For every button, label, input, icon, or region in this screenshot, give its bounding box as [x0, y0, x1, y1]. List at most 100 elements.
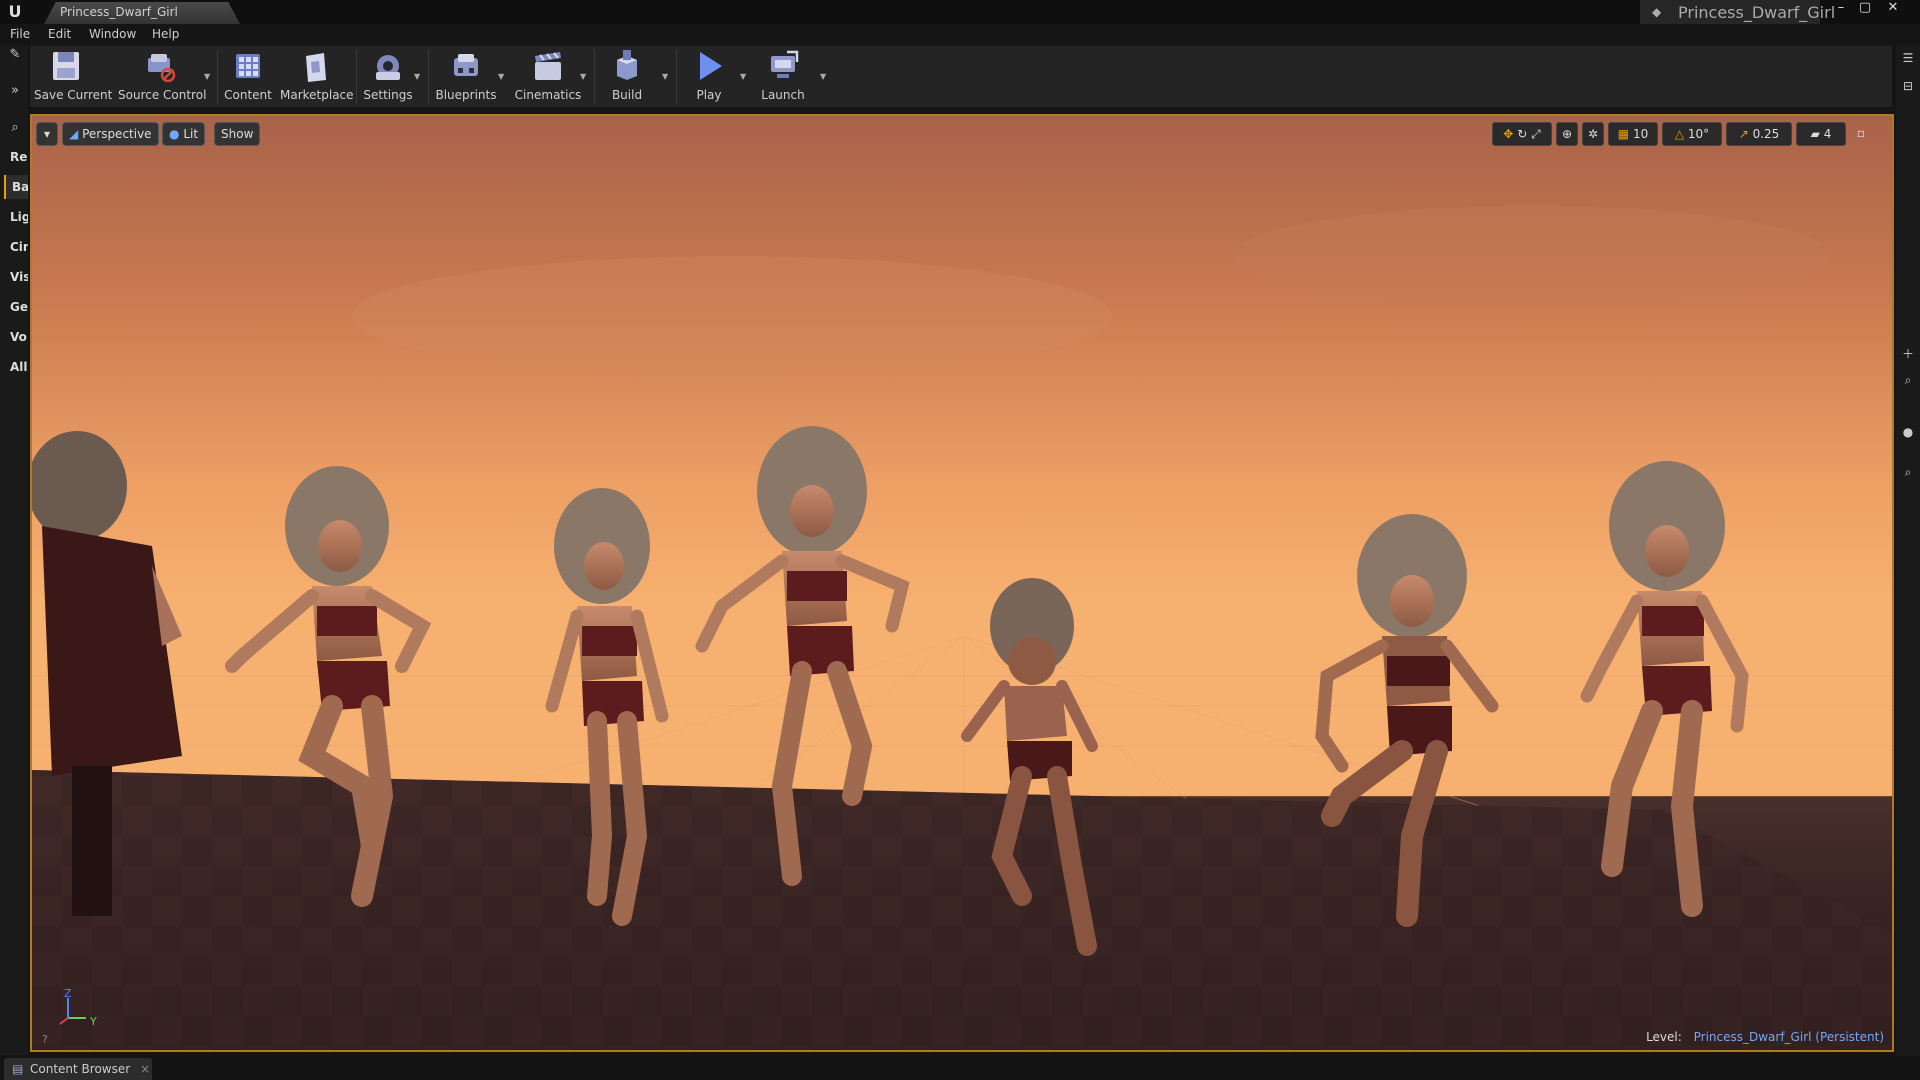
launch-button[interactable]: Launch	[754, 48, 812, 106]
mode-tab-volumes[interactable]: Vo	[4, 325, 28, 349]
menu-bar: File Edit Window Help	[0, 24, 1920, 45]
cinematics-label: Cinematics	[514, 88, 582, 102]
axis-y-label: Y	[90, 1015, 97, 1028]
level-name[interactable]: Princess_Dwarf_Girl (Persistent)	[1694, 1030, 1884, 1044]
rotate-icon[interactable]: ↻	[1517, 127, 1527, 141]
source-control-button[interactable]: Source Control	[118, 48, 207, 106]
content-icon	[230, 48, 266, 86]
mode-tab-all-classes[interactable]: All	[4, 355, 28, 379]
blueprints-button[interactable]: Blueprints	[434, 48, 498, 106]
blueprints-label: Blueprints	[435, 88, 497, 102]
content-browser-tab[interactable]: ▤ Content Browser ×	[4, 1058, 152, 1080]
character-dwarf-girl-5[interactable]	[932, 576, 1132, 956]
toolbar-separator	[676, 50, 677, 104]
source-control-label: Source Control	[118, 88, 207, 102]
marketplace-icon	[297, 48, 333, 86]
grid-snap-group[interactable]: ▦ 10	[1608, 122, 1658, 146]
play-button[interactable]: Play	[682, 48, 736, 106]
launch-icon	[765, 48, 801, 86]
view-options-icon[interactable]: ●	[1900, 425, 1916, 441]
level-viewport[interactable]: ▾ ◢ Perspective ● Lit Show ✥ ↻ ⤢ ⊕ ✲ ▦ 1…	[30, 114, 1894, 1052]
expand-panel-icon[interactable]: »	[6, 83, 24, 101]
mode-tab-lights[interactable]: Lig	[4, 205, 28, 229]
settings-dropdown-icon[interactable]: ▼	[414, 72, 424, 82]
menu-window[interactable]: Window	[89, 27, 136, 41]
surface-snapping-button[interactable]: ✲	[1582, 122, 1604, 146]
content-browser-label: Content Browser	[30, 1062, 131, 1076]
place-mode-icon[interactable]: ✎	[6, 47, 24, 65]
play-label: Play	[696, 88, 722, 102]
axis-gizmo	[59, 998, 86, 1025]
scale-icon[interactable]: ⤢	[1531, 127, 1541, 141]
mode-tab-geometry[interactable]: Ge	[4, 295, 28, 319]
character-dwarf-girl-1[interactable]	[32, 416, 202, 936]
panel-menu-icon[interactable]: ☰	[1900, 51, 1916, 67]
character-dwarf-girl-4[interactable]	[682, 416, 942, 896]
level-indicator: Level: Princess_Dwarf_Girl (Persistent)	[1646, 1030, 1884, 1044]
settings-button[interactable]: Settings	[360, 48, 416, 106]
marketplace-button[interactable]: Marketplace	[280, 48, 354, 106]
menu-help[interactable]: Help	[152, 27, 179, 41]
maximize-button[interactable]: ▢	[1852, 0, 1878, 18]
launch-dropdown-icon[interactable]: ▼	[820, 72, 830, 82]
cinematics-dropdown-icon[interactable]: ▼	[580, 72, 590, 82]
grid-snap-value: 10	[1632, 127, 1649, 141]
content-button[interactable]: Content	[222, 48, 274, 106]
search-icon[interactable]: ⌕	[6, 120, 24, 138]
source-control-dropdown-icon[interactable]: ▼	[204, 72, 214, 82]
build-dropdown-icon[interactable]: ▼	[662, 72, 672, 82]
mode-tab-basic[interactable]: Ba	[4, 175, 28, 199]
right-panel-strip: ☰ ⊟ ＋ ⌕ ● ⌕	[1896, 45, 1920, 1080]
character-dwarf-girl-3[interactable]	[512, 476, 702, 946]
grid-snap-icon: ▦	[1617, 127, 1630, 141]
build-button[interactable]: Build	[602, 48, 652, 106]
filter-icon[interactable]: ⊟	[1900, 79, 1916, 95]
close-button[interactable]: ✕	[1880, 0, 1906, 18]
menu-edit[interactable]: Edit	[48, 27, 71, 41]
content-browser-icon: ▤	[12, 1062, 24, 1076]
blueprints-dropdown-icon[interactable]: ▼	[498, 72, 508, 82]
close-tab-icon[interactable]: ×	[140, 1062, 150, 1076]
surface-snap-icon: ✲	[1587, 127, 1599, 141]
viewport-options-button[interactable]: ▾	[36, 122, 58, 146]
play-dropdown-icon[interactable]: ▼	[740, 72, 750, 82]
mode-tab-recent[interactable]: Re	[4, 145, 28, 169]
title-bar: U Princess_Dwarf_Girl ◆ Princess_Dwarf_G…	[0, 0, 1920, 24]
settings-label: Settings	[363, 88, 413, 102]
document-tab[interactable]: Princess_Dwarf_Girl	[44, 2, 240, 24]
save-current-label: Save Current	[34, 88, 113, 102]
rotation-snap-value: 10°	[1687, 127, 1710, 141]
details-icon[interactable]: ⌕	[1900, 465, 1916, 481]
show-button[interactable]: Show	[214, 122, 261, 146]
search-icon[interactable]: ⌕	[1900, 373, 1916, 389]
camera-speed-group[interactable]: ▰ 4	[1796, 122, 1846, 146]
bottom-dock: ▤ Content Browser ×	[0, 1056, 1920, 1080]
maximize-viewport-icon[interactable]: ▫	[1852, 122, 1870, 146]
marketplace-label: Marketplace	[280, 88, 354, 102]
mode-tab-cinematic[interactable]: Cin	[4, 235, 28, 259]
character-dwarf-girl-6[interactable]	[1282, 506, 1532, 946]
document-tab-label: Princess_Dwarf_Girl	[60, 5, 178, 19]
translate-icon[interactable]: ✥	[1503, 127, 1513, 141]
toolbar-separator	[217, 50, 218, 104]
perspective-button[interactable]: ◢ Perspective	[62, 122, 159, 146]
character-dwarf-girl-2[interactable]	[222, 456, 472, 926]
mode-tab-visual-effects[interactable]: Vis	[4, 265, 28, 289]
unreal-logo-icon[interactable]: U	[4, 2, 26, 22]
scale-snap-group[interactable]: ↗ 0.25	[1726, 122, 1792, 146]
add-icon[interactable]: ＋	[1900, 345, 1916, 361]
save-current-button[interactable]: Save Current	[34, 48, 113, 106]
build-label: Build	[611, 88, 643, 102]
rotation-snap-group[interactable]: △ 10°	[1662, 122, 1722, 146]
world-local-toggle[interactable]: ⊕	[1556, 122, 1578, 146]
lit-button[interactable]: ● Lit	[162, 122, 206, 146]
lit-sphere-icon: ●	[169, 127, 180, 141]
character-dwarf-girl-7[interactable]	[1542, 456, 1782, 936]
minimize-button[interactable]: –	[1828, 0, 1854, 18]
cinematics-button[interactable]: Cinematics	[512, 48, 584, 106]
play-icon	[691, 48, 727, 86]
help-icon[interactable]: ?	[42, 1033, 48, 1046]
scale-snap-value: 0.25	[1752, 127, 1780, 141]
blueprints-icon	[448, 48, 484, 86]
menu-file[interactable]: File	[10, 27, 30, 41]
